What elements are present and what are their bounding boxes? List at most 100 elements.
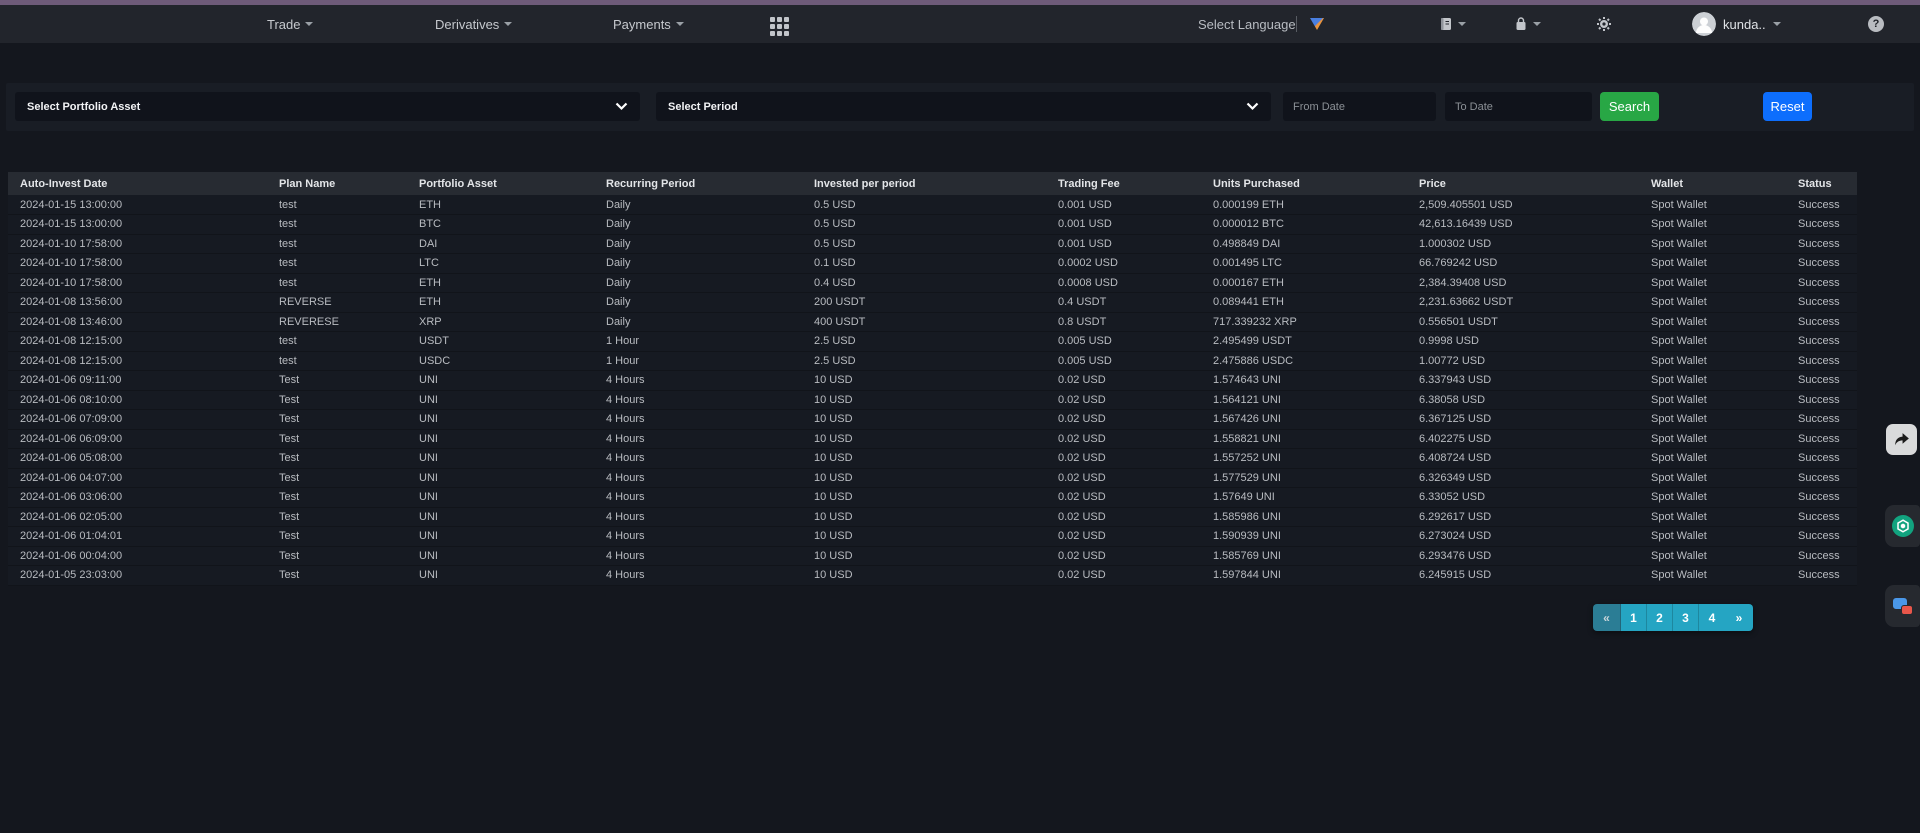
- chevron-down-icon: [504, 22, 512, 26]
- table-cell: Daily: [594, 195, 802, 215]
- table-cell: 2.495499 USDT: [1201, 332, 1407, 352]
- table-cell: 6.326349 USD: [1407, 468, 1639, 488]
- page-2-button[interactable]: 2: [1647, 604, 1673, 631]
- table-cell: ETH: [407, 293, 594, 313]
- table-cell: 2024-01-06 01:04:01: [8, 527, 267, 547]
- ai-assistant-widget[interactable]: [1885, 505, 1920, 547]
- chat-widget[interactable]: [1885, 585, 1920, 627]
- chevron-down-icon: [1246, 102, 1259, 111]
- store-menu[interactable]: [1513, 5, 1541, 43]
- table-cell: UNI: [407, 429, 594, 449]
- table-cell: 4 Hours: [594, 390, 802, 410]
- table-cell: 0.0008 USD: [1046, 273, 1201, 293]
- table-cell: 2024-01-06 00:04:00: [8, 546, 267, 566]
- to-date-input[interactable]: [1445, 92, 1592, 121]
- table-cell: Success: [1786, 507, 1857, 527]
- table-cell: Daily: [594, 312, 802, 332]
- language-flag-icon[interactable]: [1310, 18, 1324, 30]
- table-cell: 2024-01-08 12:15:00: [8, 351, 267, 371]
- pagination-prev-button[interactable]: «: [1593, 604, 1621, 631]
- table-row: 2024-01-08 12:15:00testUSDC1 Hour2.5 USD…: [8, 351, 1857, 371]
- table-cell: 0.000199 ETH: [1201, 195, 1407, 215]
- table-cell: 0.02 USD: [1046, 527, 1201, 547]
- table-cell: Success: [1786, 332, 1857, 352]
- table-cell: 2.5 USD: [802, 351, 1046, 371]
- table-cell: 0.02 USD: [1046, 546, 1201, 566]
- column-header: Price: [1407, 172, 1639, 195]
- chevron-down-icon: [1773, 22, 1781, 26]
- table-row: 2024-01-08 13:46:00REVERESEXRPDaily400 U…: [8, 312, 1857, 332]
- table-cell: 4 Hours: [594, 371, 802, 391]
- page-3-button[interactable]: 3: [1673, 604, 1699, 631]
- table-cell: Success: [1786, 429, 1857, 449]
- table-cell: Test: [267, 410, 407, 430]
- table-cell: 10 USD: [802, 371, 1046, 391]
- search-button[interactable]: Search: [1600, 92, 1659, 121]
- table-cell: 10 USD: [802, 507, 1046, 527]
- nav-menu-derivatives[interactable]: Derivatives: [435, 5, 512, 43]
- table-cell: Daily: [594, 293, 802, 313]
- nav-menu-trade[interactable]: Trade: [267, 5, 313, 43]
- table-row: 2024-01-06 00:04:00TestUNI4 Hours10 USD0…: [8, 546, 1857, 566]
- table-cell: Spot Wallet: [1639, 234, 1786, 254]
- portfolio-asset-select[interactable]: Select Portfolio Asset: [15, 92, 640, 121]
- table-cell: Test: [267, 371, 407, 391]
- pagination-next-button[interactable]: »: [1725, 604, 1753, 631]
- table-cell: Test: [267, 429, 407, 449]
- bag-icon: [1513, 16, 1529, 32]
- table-cell: 4 Hours: [594, 566, 802, 586]
- table-cell: REVERSE: [267, 293, 407, 313]
- reset-button[interactable]: Reset: [1763, 92, 1812, 121]
- table-cell: Spot Wallet: [1639, 293, 1786, 313]
- table-cell: Test: [267, 468, 407, 488]
- chevron-down-icon: [1458, 22, 1466, 26]
- table-row: 2024-01-06 01:04:01TestUNI4 Hours10 USD0…: [8, 527, 1857, 547]
- table-cell: 0.001 USD: [1046, 195, 1201, 215]
- table-cell: 1.00772 USD: [1407, 351, 1639, 371]
- table-cell: 0.5 USD: [802, 195, 1046, 215]
- chat-bubbles-icon: [1893, 598, 1913, 615]
- table-cell: 2024-01-06 07:09:00: [8, 410, 267, 430]
- user-menu[interactable]: kunda..: [1692, 5, 1781, 43]
- from-date-input[interactable]: [1283, 92, 1436, 121]
- table-cell: 2.475886 USDC: [1201, 351, 1407, 371]
- orders-menu[interactable]: [1438, 5, 1466, 43]
- table-cell: 0.001 USD: [1046, 234, 1201, 254]
- apps-grid-icon[interactable]: [770, 17, 789, 36]
- table-cell: Success: [1786, 488, 1857, 508]
- chevron-down-icon: [305, 22, 313, 26]
- help-icon[interactable]: ?: [1868, 16, 1884, 32]
- table-cell: 10 USD: [802, 429, 1046, 449]
- table-cell: 1.577529 UNI: [1201, 468, 1407, 488]
- table-cell: 1.558821 UNI: [1201, 429, 1407, 449]
- table-cell: ETH: [407, 273, 594, 293]
- table-cell: 10 USD: [802, 527, 1046, 547]
- table-cell: 0.02 USD: [1046, 566, 1201, 586]
- table-cell: Spot Wallet: [1639, 488, 1786, 508]
- table-cell: 10 USD: [802, 488, 1046, 508]
- table-cell: 1 Hour: [594, 351, 802, 371]
- table-cell: 4 Hours: [594, 468, 802, 488]
- table-cell: UNI: [407, 468, 594, 488]
- portfolio-asset-select-label: Select Portfolio Asset: [27, 101, 140, 113]
- table-cell: 0.02 USD: [1046, 410, 1201, 430]
- table-cell: 2024-01-05 23:03:00: [8, 566, 267, 586]
- share-widget[interactable]: [1886, 424, 1917, 455]
- column-header: Trading Fee: [1046, 172, 1201, 195]
- table-cell: Spot Wallet: [1639, 215, 1786, 235]
- period-select[interactable]: Select Period: [656, 92, 1271, 121]
- table-row: 2024-01-06 09:11:00TestUNI4 Hours10 USD0…: [8, 371, 1857, 391]
- table-cell: 1.000302 USD: [1407, 234, 1639, 254]
- table-cell: 1.557252 UNI: [1201, 449, 1407, 469]
- top-navbar: Trade Derivatives Payments Select Language: [0, 5, 1920, 43]
- table-cell: UNI: [407, 449, 594, 469]
- table-cell: Success: [1786, 410, 1857, 430]
- settings-button[interactable]: [1596, 5, 1612, 43]
- share-arrow-icon: [1892, 430, 1911, 449]
- language-selector[interactable]: Select Language: [1198, 5, 1296, 43]
- page-1-button[interactable]: 1: [1621, 604, 1647, 631]
- table-cell: 0.9998 USD: [1407, 332, 1639, 352]
- page-4-button[interactable]: 4: [1699, 604, 1725, 631]
- table-cell: 10 USD: [802, 468, 1046, 488]
- nav-menu-payments[interactable]: Payments: [613, 5, 684, 43]
